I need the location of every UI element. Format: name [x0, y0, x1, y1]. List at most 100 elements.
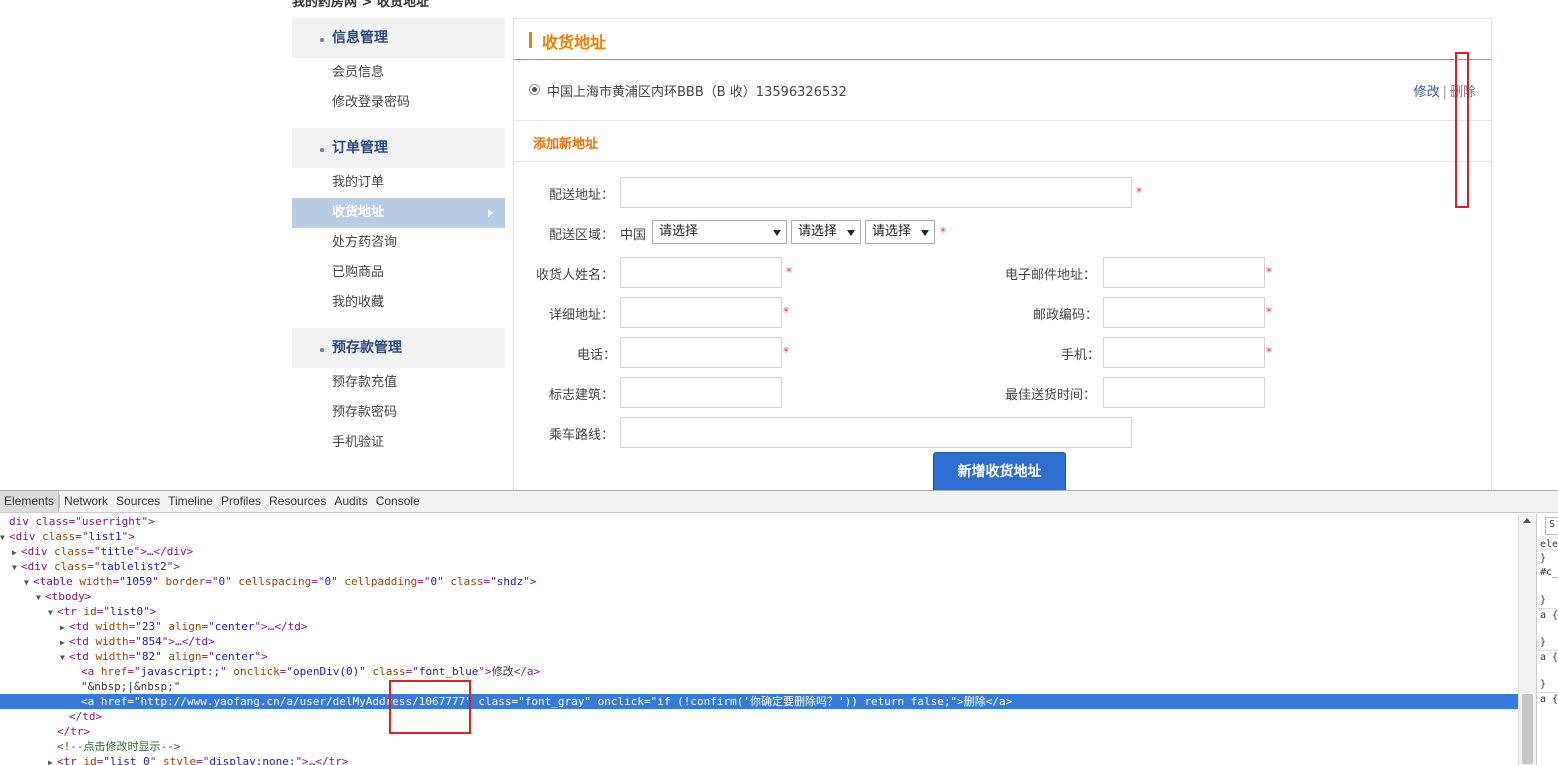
edit-address-link[interactable]: 修改: [1414, 85, 1440, 100]
dom-tree-node[interactable]: div class="userright">: [0, 514, 1518, 529]
sidebar-group-orders: 订单管理: [292, 128, 505, 168]
landmark-label: 标志建筑：: [549, 388, 615, 403]
style-rule-line: }: [1540, 679, 1547, 690]
dom-tree-node[interactable]: ▼ <div class="list1">: [0, 529, 1518, 544]
country-text: 中国: [620, 228, 647, 243]
devtools-tabbar: Elements Network Sources Timeline Profiles Re…: [0, 491, 1558, 513]
webpage: 我的药房网 > 收货地址 信息管理 会员信息 修改登录密码 订单管理 我的订单 …: [0, 0, 1558, 490]
sidebar-item-deposit-password[interactable]: 预存款密码: [292, 398, 505, 428]
mobile-label: 手机：: [1061, 348, 1101, 363]
style-rule-line: [1537, 664, 1558, 678]
style-rule-line: a {: [1537, 692, 1558, 706]
chevron-right-icon: [488, 209, 493, 217]
receiver-name-label: 收货人姓名：: [536, 268, 615, 283]
devtools-tab-timeline[interactable]: Timeline: [164, 491, 217, 512]
phone-label: 电话：: [577, 348, 617, 363]
sidebar-item-shipping-address[interactable]: 收货地址: [292, 198, 505, 228]
province-select[interactable]: 请选择: [652, 220, 787, 244]
phone-input[interactable]: [620, 337, 782, 368]
route-label: 乘车路线：: [549, 428, 615, 443]
best-time-label: 最佳送货时间：: [1005, 388, 1097, 403]
dom-tree-node[interactable]: ▶ <tr id="list_0" style="display:none;">……: [0, 754, 1518, 765]
devtools-panel: Elements Network Sources Timeline Profiles Re…: [0, 490, 1558, 765]
district-select[interactable]: 请选择: [865, 220, 935, 244]
dom-tree-node[interactable]: </td>: [0, 709, 1518, 724]
style-rule-line: }: [1540, 553, 1547, 564]
route-input[interactable]: [620, 417, 1132, 448]
city-select[interactable]: 请选择: [791, 220, 861, 244]
expand-icon[interactable]: ▶: [12, 545, 21, 560]
sidebar-item-phone-verify[interactable]: 手机验证: [292, 428, 505, 458]
section-title: 收货地址: [514, 19, 1491, 60]
dom-tree-node[interactable]: ▶ <td width="854">…</td>: [0, 634, 1518, 649]
dom-tree-node[interactable]: ▶ <div class="title">…</div>: [0, 544, 1518, 559]
devtools-tab-resources[interactable]: Resources: [265, 491, 330, 512]
devtools-tab-console[interactable]: Console: [372, 491, 424, 512]
chevron-down-icon: [773, 230, 781, 236]
style-rule-line: a {: [1537, 608, 1558, 622]
landmark-input[interactable]: [620, 377, 782, 408]
email-label: 电子邮件地址：: [1005, 268, 1097, 283]
dom-tree-node[interactable]: ▶ <td width="23" align="center">…</td>: [0, 619, 1518, 634]
chevron-down-icon: [921, 230, 929, 236]
dom-tree-node[interactable]: ▼ <div class="tablelist2">: [0, 559, 1518, 574]
dom-tree-node[interactable]: </tr>: [0, 724, 1518, 739]
scroll-thumb[interactable]: [1522, 694, 1533, 764]
expand-icon[interactable]: ▶: [60, 635, 69, 650]
region-label: 配送区域：: [549, 228, 615, 243]
main-panel: 收货地址 中国上海市黄浦区内环BBB（B 收）13596326532 修改 | 删除…: [513, 18, 1492, 490]
dom-tree-node[interactable]: ▼ <tbody>: [0, 589, 1518, 604]
mobile-input[interactable]: [1103, 337, 1265, 368]
detail-address-label: 详细地址：: [549, 308, 615, 323]
sidebar-item-member-info[interactable]: 会员信息: [292, 58, 505, 88]
sidebar-group-deposit: 预存款管理: [292, 328, 505, 368]
best-time-input[interactable]: [1103, 377, 1265, 408]
sidebar-item-favorites[interactable]: 我的收藏: [292, 288, 505, 318]
dom-tree-node[interactable]: <!--点击修改时显示-->: [0, 739, 1518, 754]
devtools-tab-sources[interactable]: Sources: [112, 491, 164, 512]
devtools-tab-audits[interactable]: Audits: [330, 491, 371, 512]
chevron-down-icon: [847, 230, 855, 236]
dom-tree-node[interactable]: ▼ <table width="1059" border="0" cellspac…: [0, 574, 1518, 589]
scrollbar[interactable]: [1518, 514, 1536, 765]
dom-tree-node[interactable]: ▼ <td width="82" align="center">: [0, 649, 1518, 664]
receiver-name-input[interactable]: [620, 257, 782, 288]
postcode-input[interactable]: [1103, 297, 1265, 328]
style-rule-line: }: [1540, 595, 1547, 606]
collapse-icon[interactable]: ▼: [48, 605, 57, 620]
sidebar-item-prescription[interactable]: 处方药咨询: [292, 228, 505, 258]
scroll-up-icon[interactable]: [1523, 518, 1531, 523]
collapse-icon[interactable]: ▼: [36, 590, 45, 605]
bullet-icon: [320, 148, 324, 152]
style-rule-line: [1537, 622, 1558, 636]
sidebar-item-my-orders[interactable]: 我的订单: [292, 168, 505, 198]
collapse-icon[interactable]: ▼: [0, 530, 9, 545]
dom-tree-node[interactable]: <a href="http://www.yaofang.cn/a/user/de…: [0, 694, 1518, 709]
sidebar-item-deposit-recharge[interactable]: 预存款充值: [292, 368, 505, 398]
add-address-button[interactable]: 新增收货地址: [933, 452, 1066, 490]
expand-icon[interactable]: ▶: [60, 620, 69, 635]
style-rule-line: ele: [1540, 539, 1558, 550]
devtools-tab-elements[interactable]: Elements: [0, 491, 60, 512]
collapse-icon[interactable]: ▼: [12, 560, 21, 575]
bullet-icon: [320, 348, 324, 352]
detail-address-input[interactable]: [620, 297, 782, 328]
devtools-tab-profiles[interactable]: Profiles: [217, 491, 265, 512]
dom-tree-node[interactable]: "&nbsp;|&nbsp;": [0, 679, 1518, 694]
dom-tree-node[interactable]: ▼ <tr id="list0">: [0, 604, 1518, 619]
devtools-tab-network[interactable]: Network: [60, 491, 112, 512]
dom-tree: div class="userright"> ▼ <div class="list1…: [0, 514, 1518, 765]
collapse-icon[interactable]: ▼: [24, 575, 33, 590]
sidebar-item-change-password[interactable]: 修改登录密码: [292, 88, 505, 118]
address-radio[interactable]: [529, 84, 540, 95]
styles-search-box: S: [1545, 517, 1558, 535]
sidebar-item-purchased[interactable]: 已购商品: [292, 258, 505, 288]
style-rule-line: #c_: [1540, 567, 1558, 578]
highlight-box: [1455, 52, 1469, 208]
add-address-header: 添加新地址: [514, 121, 1491, 162]
dom-tree-node[interactable]: <a href="javascript:;" onclick="openDiv(…: [0, 664, 1518, 679]
delivery-address-input[interactable]: [620, 177, 1132, 208]
collapse-icon[interactable]: ▼: [60, 650, 69, 665]
email-input[interactable]: [1103, 257, 1265, 288]
bullet-icon: [320, 38, 324, 42]
